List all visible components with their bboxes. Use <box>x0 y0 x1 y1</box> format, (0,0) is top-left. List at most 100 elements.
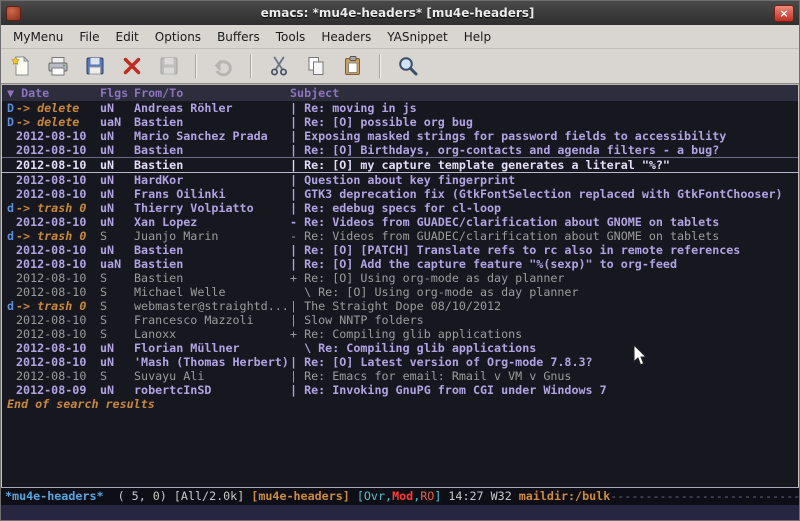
menu-edit[interactable]: Edit <box>108 27 147 47</box>
column-header-subject[interactable]: Subject <box>290 85 798 101</box>
message-mark: D <box>2 115 16 129</box>
message-subject: | Re: [O] Add the capture feature "%(sex… <box>290 257 798 271</box>
echo-area[interactable] <box>1 505 799 520</box>
column-header-from[interactable]: From/To <box>134 85 290 101</box>
message-row[interactable]: 2012-08-10 uN Xan Lopez - Re: Videos fro… <box>2 215 798 229</box>
message-row[interactable]: d -> trash 0 uN Thierry Volpiatto | Re: … <box>2 201 798 215</box>
message-row[interactable]: 2012-08-10 S Francesco Mazzoli | Slow NN… <box>2 313 798 327</box>
message-mark <box>2 327 16 341</box>
message-subject: | Exposing masked strings for password f… <box>290 129 798 143</box>
message-from: Bastien <box>134 158 290 172</box>
modeline-size: [All/2.0k] <box>174 489 251 503</box>
menu-tools[interactable]: Tools <box>268 27 314 47</box>
message-date: 2012-08-10 <box>16 173 100 187</box>
message-subject: | Re: [O] Birthdays, org-contacts and ag… <box>290 143 798 157</box>
message-row[interactable]: 2012-08-10 uaN Bastien | Re: [O] Add the… <box>2 257 798 271</box>
message-flags: S <box>100 327 134 341</box>
message-subject: - Re: Videos from GUADEC/clarification a… <box>290 215 798 229</box>
message-row[interactable]: d -> trash 0 S webmaster@straightd... | … <box>2 299 798 313</box>
menu-mymenu[interactable]: MyMenu <box>5 27 71 47</box>
message-subject: | Re: moving in js <box>290 101 798 115</box>
message-row[interactable]: 2012-08-10 S Lanoxx + Re: Compiling glib… <box>2 327 798 341</box>
message-from: Florian Müllner <box>134 341 290 355</box>
message-from: Frans Oilinki <box>134 187 290 201</box>
cut-icon <box>268 55 290 77</box>
message-from: 'Mash (Thomas Herbert) <box>134 355 290 369</box>
message-mark: d <box>2 201 16 215</box>
message-from: Michael Welle <box>134 285 290 299</box>
message-date: 2012-08-09 <box>16 383 100 397</box>
message-from: Xan Lopez <box>134 215 290 229</box>
print-icon <box>47 55 69 77</box>
column-header-flags[interactable]: Flgs <box>100 85 134 101</box>
message-row[interactable]: 2012-08-10 uN Mario Sanchez Prada | Expo… <box>2 129 798 143</box>
copy-button[interactable] <box>302 53 329 80</box>
message-subject: | GTK3 deprecation fix (GtkFontSelection… <box>290 187 798 201</box>
undo-icon <box>213 55 235 77</box>
save-as-button[interactable] <box>155 53 182 80</box>
message-from: Suvayu Ali <box>134 369 290 383</box>
new-file-button[interactable] <box>7 53 34 80</box>
menu-options[interactable]: Options <box>147 27 209 47</box>
title-bar: emacs: *mu4e-headers* [mu4e-headers] × <box>1 1 799 25</box>
close-button[interactable]: × <box>774 5 794 22</box>
menu-file[interactable]: File <box>71 27 107 47</box>
message-row[interactable]: 2012-08-10 S Bastien + Re: [O] Using org… <box>2 271 798 285</box>
message-row[interactable]: 2012-08-10 S Michael Welle \ Re: [O] Usi… <box>2 285 798 299</box>
close-buffer-button[interactable] <box>118 53 145 80</box>
message-list: D -> delete uN Andreas Röhler | Re: movi… <box>2 101 798 487</box>
menu-bar: MyMenu File Edit Options Buffers Tools H… <box>1 25 799 49</box>
window-title: emacs: *mu4e-headers* [mu4e-headers] <box>21 6 774 20</box>
message-row[interactable]: 2012-08-10 S Suvayu Ali | Re: Emacs for … <box>2 369 798 383</box>
message-flags: uN <box>100 158 134 172</box>
message-row[interactable]: 2012-08-10 uN Florian Müllner \ Re: Comp… <box>2 341 798 355</box>
column-header-row: ▼ Date Flgs From/To Subject <box>2 85 798 101</box>
cut-button[interactable] <box>265 53 292 80</box>
modeline-buffer-name: *mu4e-headers* <box>5 489 104 503</box>
menu-headers[interactable]: Headers <box>313 27 379 47</box>
message-row[interactable]: d -> trash 0 S Juanjo Marin - Re: Videos… <box>2 229 798 243</box>
message-row[interactable]: 2012-08-10 uN HardKor | Question about k… <box>2 173 798 187</box>
message-flags: uN <box>100 201 134 215</box>
message-row[interactable]: 2012-08-10 uN Bastien | Re: [O] Birthday… <box>2 143 798 157</box>
message-from: Bastien <box>134 115 290 129</box>
message-subject: | The Straight Dope 08/10/2012 <box>290 299 798 313</box>
message-flags: uN <box>100 101 134 115</box>
print-button[interactable] <box>44 53 71 80</box>
emacs-window: emacs: *mu4e-headers* [mu4e-headers] × M… <box>0 0 800 521</box>
message-mark <box>2 257 16 271</box>
message-subject: | Re: [O] Latest version of Org-mode 7.8… <box>290 355 798 369</box>
mode-line: *mu4e-headers* ( 5, 0) [All/2.0k] [mu4e-… <box>1 487 799 505</box>
message-row[interactable]: D -> delete uaN Bastien | Re: [O] possib… <box>2 115 798 129</box>
message-mark <box>2 158 16 172</box>
modeline-readonly-flag: RO <box>420 489 434 503</box>
menu-yasnippet[interactable]: YASnippet <box>379 27 456 47</box>
message-row[interactable]: 2012-08-10 uN 'Mash (Thomas Herbert) | R… <box>2 355 798 369</box>
save-button[interactable] <box>81 53 108 80</box>
message-flags: uaN <box>100 115 134 129</box>
message-row[interactable]: 2012-08-10 uN Frans Oilinki | GTK3 depre… <box>2 187 798 201</box>
search-button[interactable] <box>394 53 421 80</box>
message-date: 2012-08-10 <box>16 243 100 257</box>
message-row[interactable]: 2012-08-10 uN Bastien | Re: [O] [PATCH] … <box>2 243 798 257</box>
menu-buffers[interactable]: Buffers <box>209 27 268 47</box>
message-row[interactable]: D -> delete uN Andreas Röhler | Re: movi… <box>2 101 798 115</box>
copy-icon <box>305 55 327 77</box>
message-mark <box>2 271 16 285</box>
message-mark <box>2 341 16 355</box>
undo-button[interactable] <box>210 53 237 80</box>
message-date: -> delete <box>16 101 100 115</box>
message-row[interactable]: 2012-08-09 uN robertcInSD | Re: Invoking… <box>2 383 798 397</box>
message-row-current[interactable]: 2012-08-10 uN Bastien | Re: [O] my captu… <box>2 157 798 173</box>
message-mark: D <box>2 101 16 115</box>
message-flags: uN <box>100 355 134 369</box>
message-from: webmaster@straightd... <box>134 299 290 313</box>
column-header-date[interactable]: ▼ Date <box>2 85 100 101</box>
message-mark <box>2 313 16 327</box>
search-icon <box>397 55 419 77</box>
message-subject: + Re: [O] Using org-mode as day planner <box>290 271 798 285</box>
paste-button[interactable] <box>339 53 366 80</box>
menu-help[interactable]: Help <box>456 27 499 47</box>
message-mark <box>2 383 16 397</box>
message-flags: uN <box>100 215 134 229</box>
